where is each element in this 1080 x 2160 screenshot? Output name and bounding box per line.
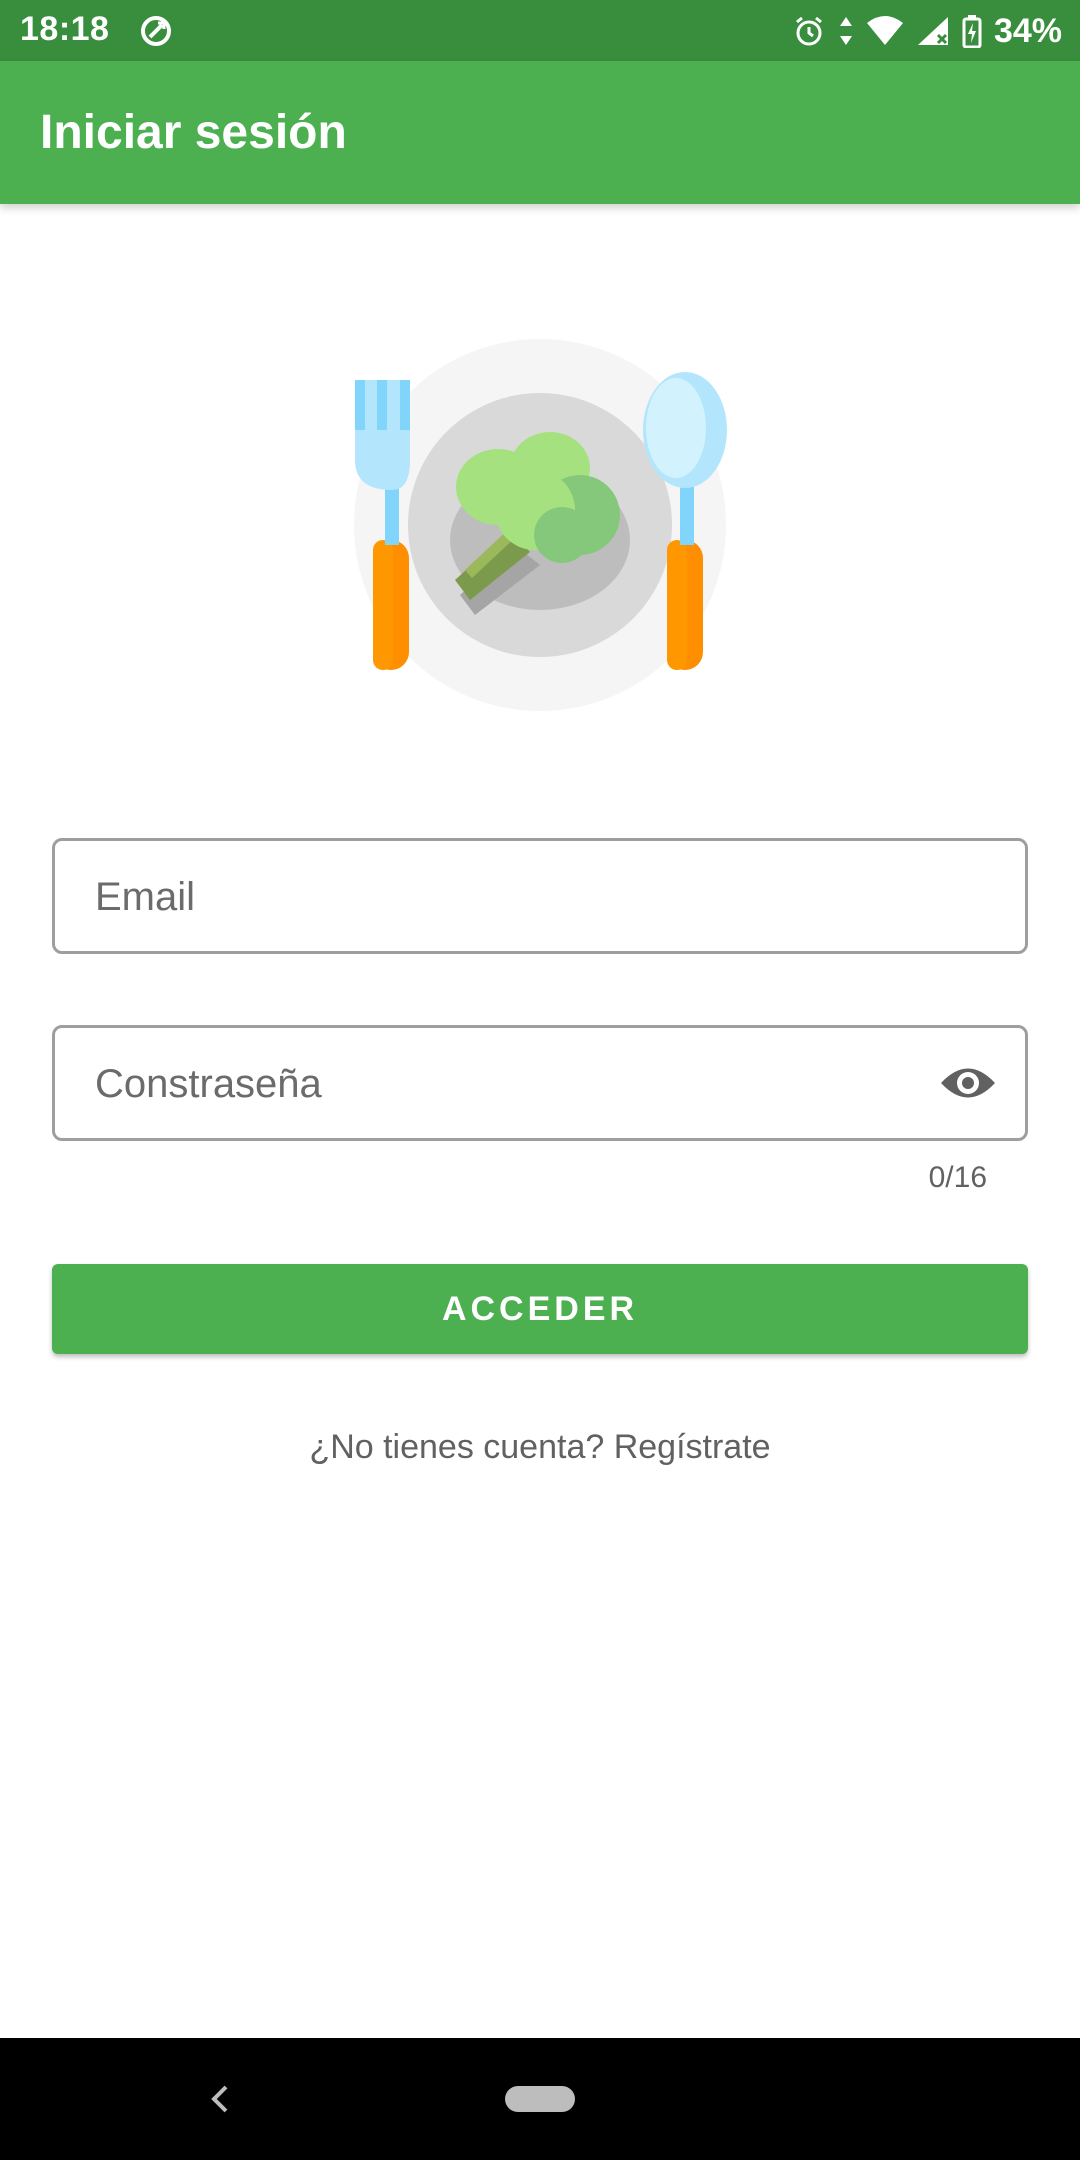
- password-character-counter: 0/16: [928, 1161, 987, 1194]
- alarm-icon: [796, 16, 822, 46]
- navigation-bar: [0, 2038, 1080, 2160]
- password-input[interactable]: [93, 1028, 917, 1140]
- status-bar: 18:18 34%: [0, 0, 1080, 61]
- battery-percentage: 34%: [993, 11, 1062, 50]
- register-link[interactable]: ¿No tienes cuenta? Regístrate: [0, 1428, 1080, 1467]
- home-pill-icon[interactable]: [505, 2086, 575, 2112]
- signal-icon: [917, 17, 948, 45]
- email-input[interactable]: [93, 841, 917, 953]
- data-arrows-icon: [839, 17, 852, 45]
- back-icon[interactable]: [202, 2081, 238, 2117]
- page-title: Iniciar sesión: [40, 106, 347, 159]
- status-icons: 34%: [792, 8, 1062, 54]
- status-time: 18:18: [20, 10, 110, 48]
- battery-charging-icon: [962, 15, 982, 48]
- email-field[interactable]: [52, 838, 1028, 954]
- eye-icon[interactable]: [939, 1062, 997, 1104]
- login-button[interactable]: ACCEDER: [52, 1264, 1028, 1354]
- app-bar: Iniciar sesión: [0, 61, 1080, 204]
- wifi-icon: [866, 16, 903, 45]
- sync-icon: [141, 16, 171, 46]
- plate-broccoli-cutlery-icon: [354, 339, 727, 711]
- password-field[interactable]: [52, 1025, 1028, 1141]
